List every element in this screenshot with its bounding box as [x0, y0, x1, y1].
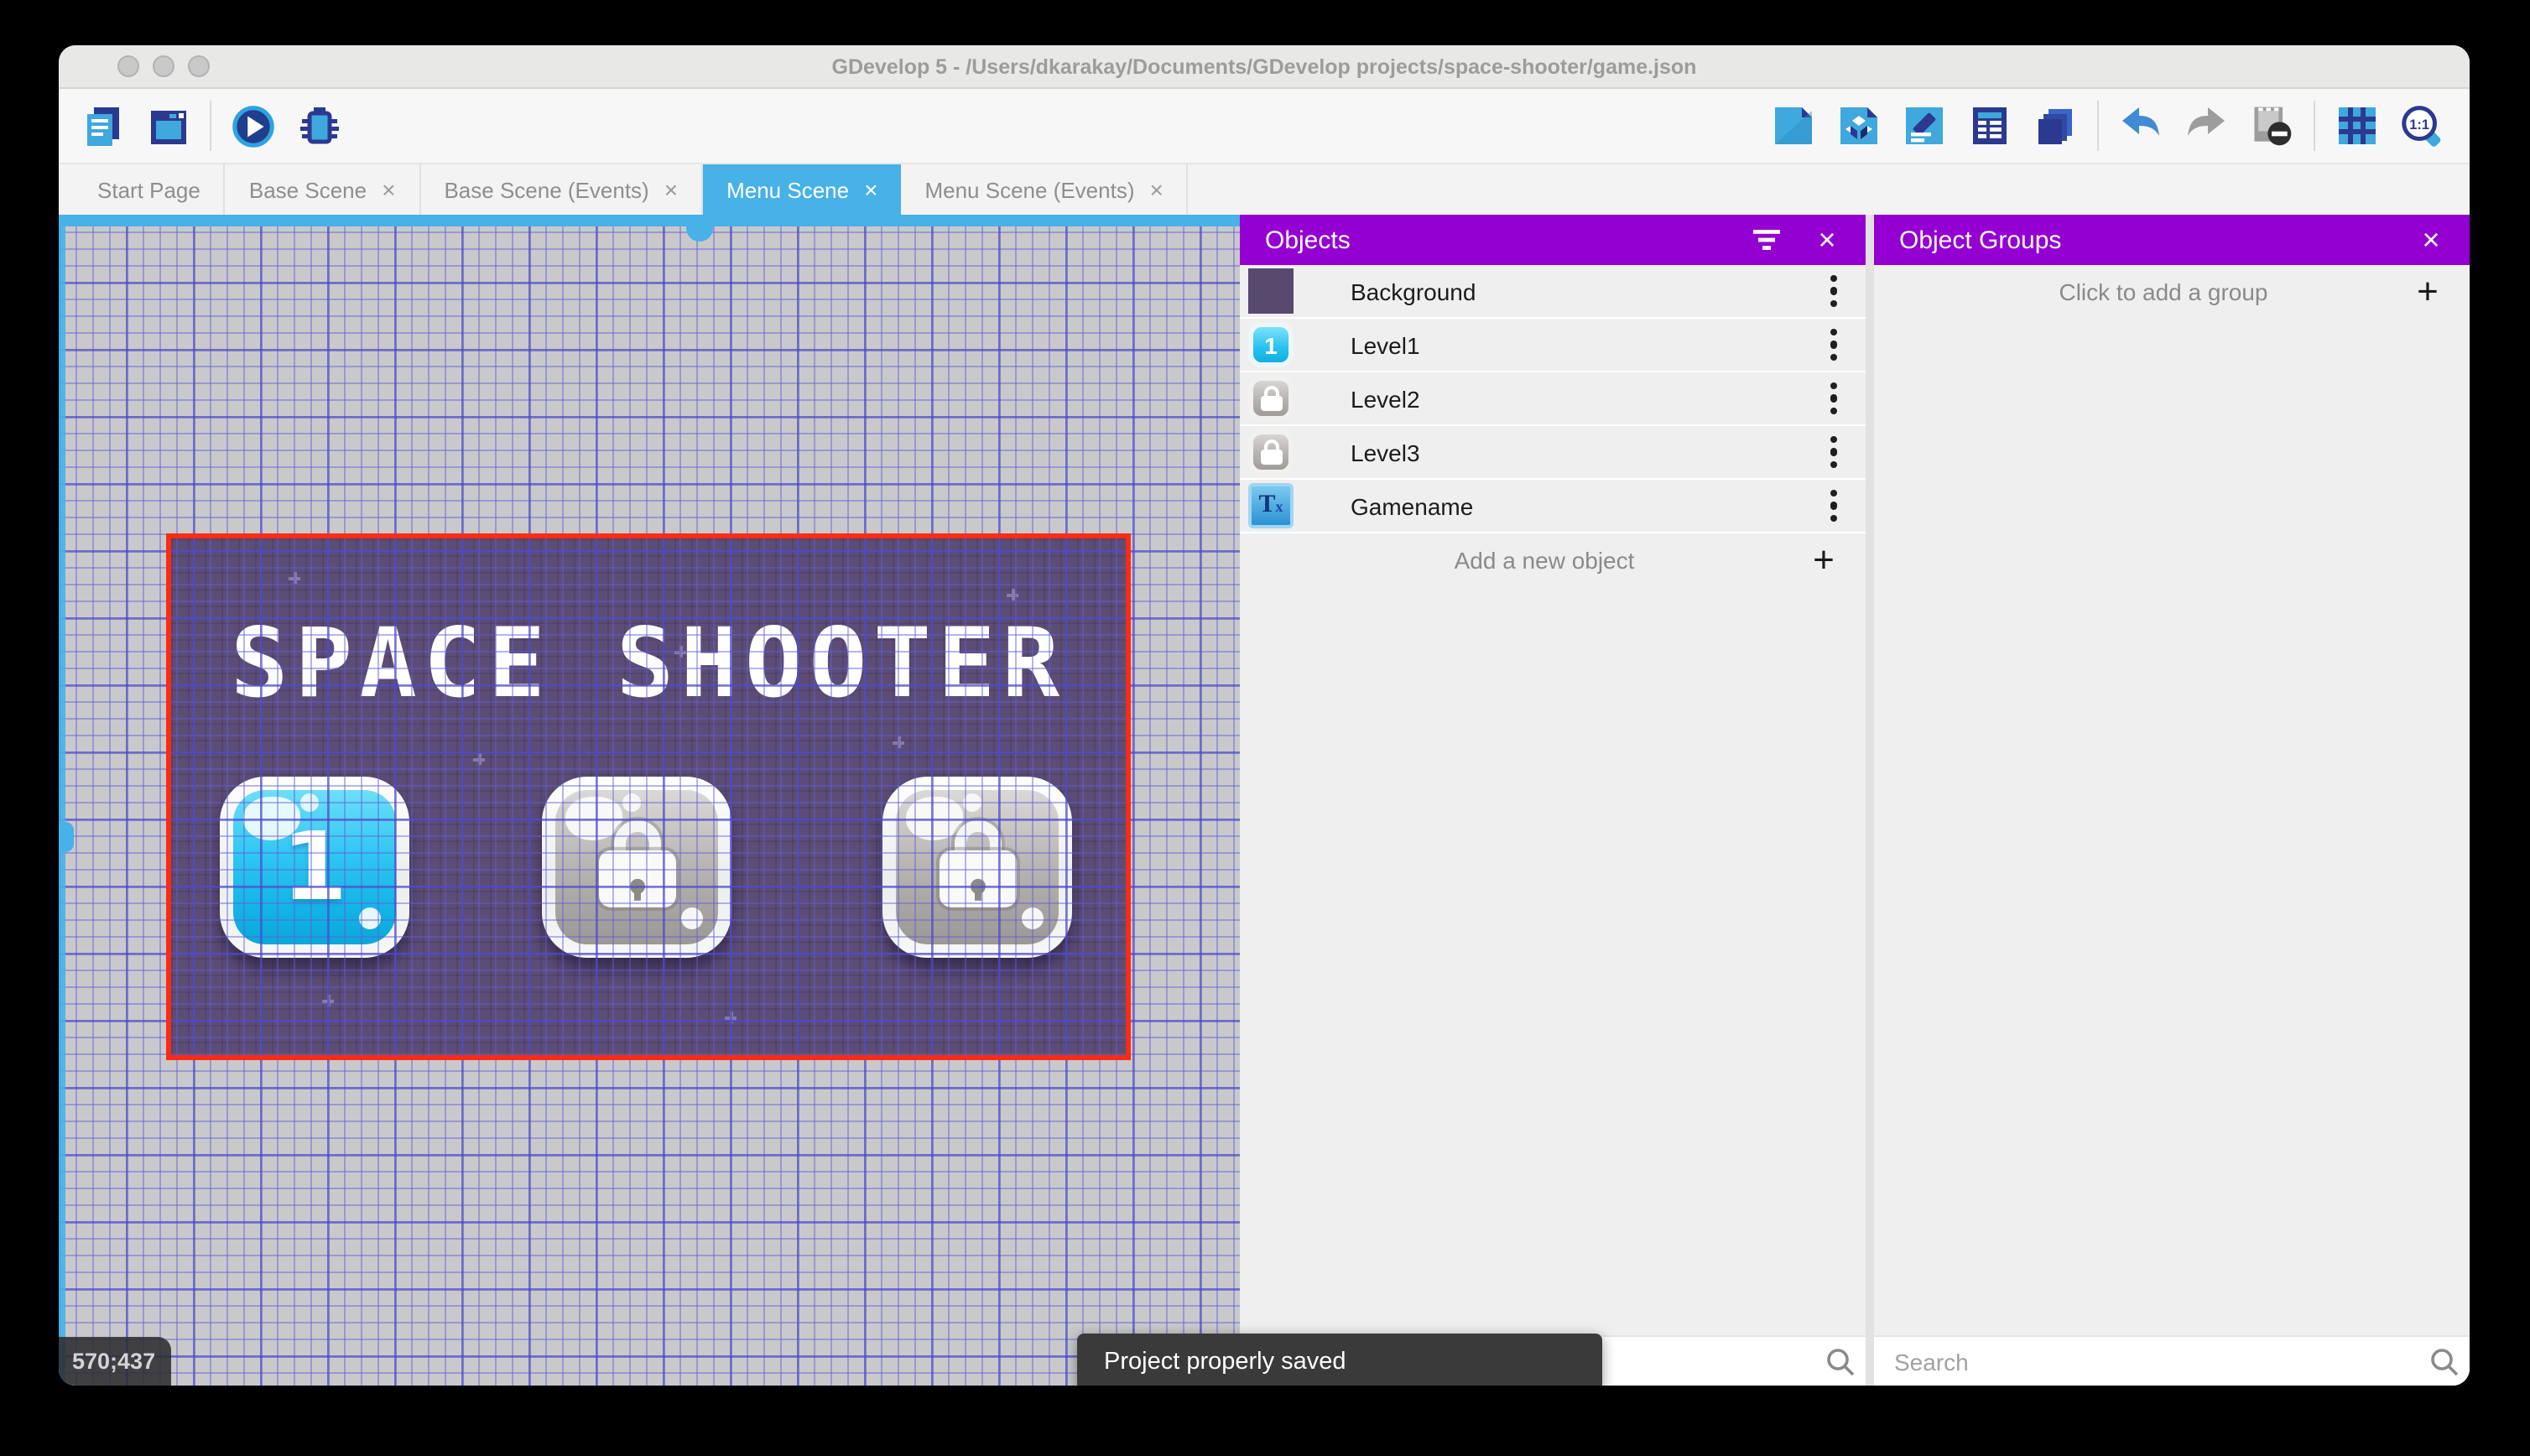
object-menu-icon[interactable] [1815, 275, 1852, 308]
close-tab-icon[interactable]: × [1150, 178, 1163, 201]
tab-base-scene[interactable]: Base Scene × [226, 164, 421, 215]
object-groups-panel-title: Object Groups [1899, 226, 2061, 254]
object-groups-editor-icon[interactable] [1835, 102, 1882, 149]
properties-icon[interactable] [1901, 102, 1948, 149]
objects-panel-header: Objects × [1240, 215, 1866, 265]
level2-object-icon [1248, 376, 1294, 421]
close-tab-icon[interactable]: × [382, 178, 395, 201]
level3-object-icon [1248, 429, 1294, 475]
objects-panel: Objects × Background [1240, 215, 1866, 1386]
objects-panel-title: Objects [1265, 226, 1351, 254]
horizontal-scrollbar-handle[interactable] [686, 226, 713, 242]
object-groups-panel-header: Object Groups × [1874, 215, 2470, 265]
search-icon [1815, 1346, 1866, 1376]
object-groups-panel: Object Groups × Click to add a group + [1874, 215, 2470, 1386]
objects-editor-icon[interactable] [1770, 102, 1817, 149]
main-toolbar: 1:1 [59, 89, 2470, 163]
gdevelop-window: GDevelop 5 - /Users/dkarakay/Documents/G… [59, 45, 2470, 1386]
object-row-gamename[interactable]: Tx Gamename [1240, 480, 1866, 533]
close-tab-icon[interactable]: × [664, 178, 678, 201]
vertical-scrollbar[interactable] [59, 226, 65, 1386]
instances-list-icon[interactable] [1966, 102, 2013, 149]
add-group-label: Click to add a group [1874, 278, 2402, 305]
add-new-object-row[interactable]: Add a new object + [1240, 533, 1866, 587]
redo-icon[interactable] [2183, 102, 2230, 149]
filter-icon[interactable] [1748, 221, 1785, 258]
window-title: GDevelop 5 - /Users/dkarakay/Documents/G… [59, 45, 2470, 89]
toolbar-separator [210, 101, 211, 151]
add-group-row[interactable]: Click to add a group + [1874, 265, 2470, 319]
toolbar-separator [2097, 101, 2099, 151]
project-manager-icon[interactable] [79, 102, 126, 149]
add-group-plus-icon[interactable]: + [2402, 273, 2453, 310]
selection-rectangle[interactable] [166, 533, 1131, 1060]
object-row-level3[interactable]: Level3 [1240, 426, 1866, 480]
debug-icon[interactable] [295, 102, 342, 149]
search-icon [2419, 1346, 2470, 1376]
open-scenes-icon[interactable] [144, 102, 191, 149]
title-bar: GDevelop 5 - /Users/dkarakay/Documents/G… [59, 45, 2470, 89]
vertical-scrollbar-handle[interactable] [59, 822, 74, 852]
undo-icon[interactable] [2117, 102, 2164, 149]
panel-divider[interactable] [1866, 215, 1874, 1386]
toggle-window-mask-icon[interactable] [2248, 102, 2295, 149]
object-row-background[interactable]: Background [1240, 265, 1866, 319]
background-object-icon [1248, 268, 1294, 314]
object-row-level2[interactable]: Level2 [1240, 372, 1866, 426]
save-toast: Project properly saved [1077, 1334, 1602, 1386]
object-menu-icon[interactable] [1815, 490, 1852, 523]
object-menu-icon[interactable] [1815, 382, 1852, 415]
svg-text:1:1: 1:1 [2409, 117, 2429, 132]
close-panel-icon[interactable]: × [2413, 221, 2449, 258]
text-object-icon: Tx [1248, 483, 1294, 528]
zoom-1-1-icon[interactable]: 1:1 [2399, 102, 2446, 149]
toolbar-separator [2314, 101, 2315, 151]
play-preview-icon[interactable] [230, 102, 277, 149]
scene-editor-canvas[interactable]: SPACE SHOOTER 1 [59, 215, 1240, 1386]
object-menu-icon[interactable] [1815, 436, 1852, 469]
grid-icon[interactable] [2334, 102, 2381, 149]
add-object-plus-icon[interactable]: + [1799, 542, 1849, 579]
horizontal-scrollbar[interactable] [59, 215, 1240, 226]
tab-base-scene-events[interactable]: Base Scene (Events) × [420, 164, 703, 215]
editor-tabs: Start Page Base Scene × Base Scene (Even… [59, 163, 2470, 215]
groups-search-row [1874, 1337, 2470, 1386]
groups-search-input[interactable] [1874, 1348, 2419, 1375]
close-panel-icon[interactable]: × [1809, 221, 1845, 258]
tab-menu-scene[interactable]: Menu Scene × [703, 164, 901, 215]
level1-object-icon: 1 [1248, 322, 1294, 367]
tab-menu-scene-events[interactable]: Menu Scene (Events) × [901, 164, 1188, 215]
cursor-coordinates-badge: 570;437 [59, 1337, 171, 1386]
tab-start-page[interactable]: Start Page [74, 164, 226, 215]
object-row-level1[interactable]: 1 Level1 [1240, 319, 1866, 372]
close-tab-icon[interactable]: × [864, 178, 877, 201]
object-menu-icon[interactable] [1815, 329, 1852, 361]
add-object-label: Add a new object [1240, 547, 1799, 574]
layers-icon[interactable] [2032, 102, 2079, 149]
